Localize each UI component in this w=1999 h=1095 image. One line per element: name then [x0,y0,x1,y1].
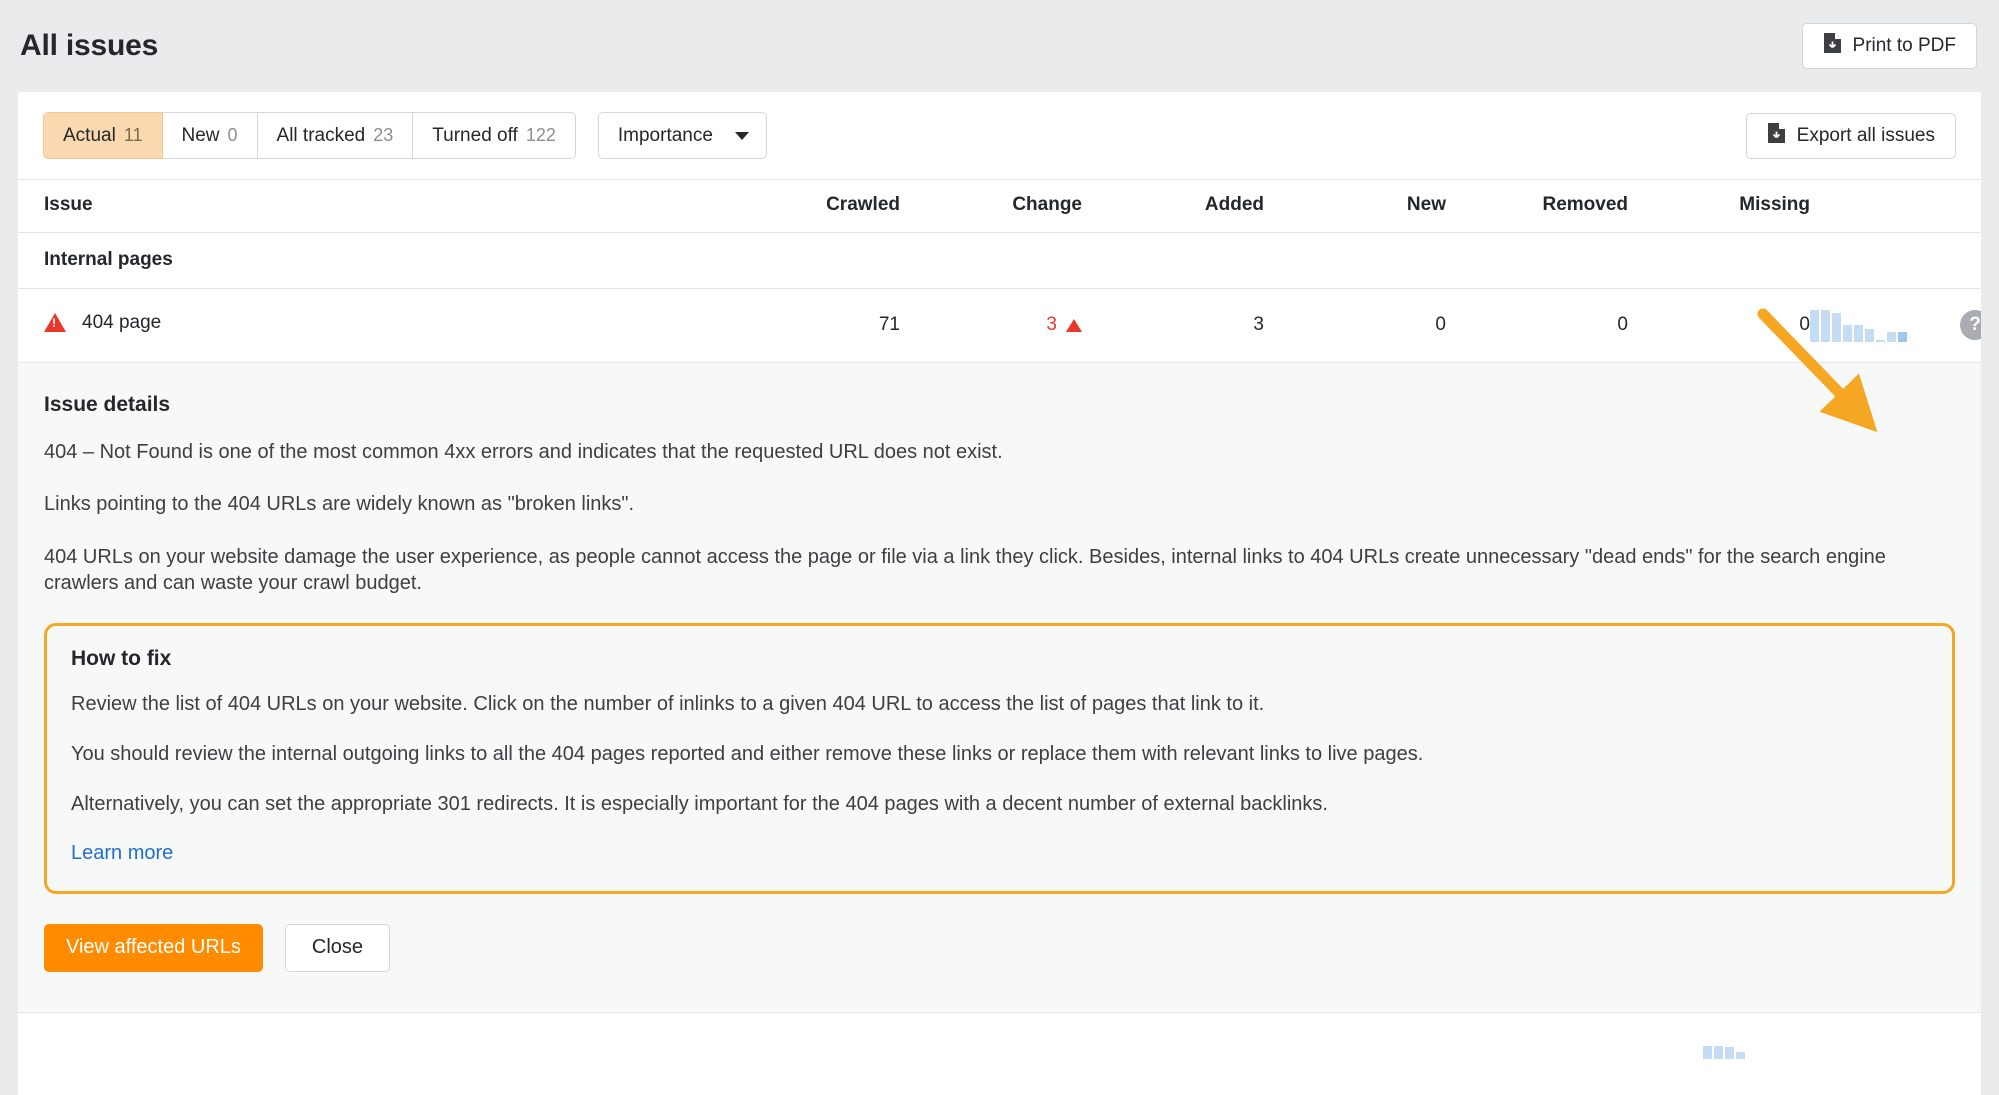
table-row[interactable]: 404 page 71 3 3 0 0 0 ? [18,289,1981,363]
cell-change-value: 3 [1046,314,1057,336]
how-to-fix-heading: How to fix [71,647,1928,671]
issues-toolbar: Actual 11 New 0 All tracked 23 Turned of… [18,92,1981,179]
cell-change: 3 [900,289,1082,363]
how-to-fix-paragraph-3: Alternatively, you can set the appropria… [71,791,1928,817]
issues-panel: Actual 11 New 0 All tracked 23 Turned of… [18,92,1981,1095]
cell-help[interactable]: ? [1930,289,1981,363]
column-header-trend [1810,180,1930,233]
cell-missing: 0 [1628,289,1810,363]
column-header-issue[interactable]: Issue [18,180,718,233]
how-to-fix-paragraph-1: Review the list of 404 URLs on your webs… [71,691,1928,717]
tab-new[interactable]: New 0 [163,112,258,159]
column-header-added[interactable]: Added [1082,180,1264,233]
close-button[interactable]: Close [285,924,390,972]
arrow-up-icon [1066,319,1082,332]
tab-new-label: New [182,113,220,158]
download-icon [1823,32,1842,60]
tab-actual-count: 11 [124,113,143,158]
warning-triangle-icon [44,313,66,332]
column-header-removed[interactable]: Removed [1446,180,1628,233]
export-all-issues-label: Export all issues [1797,125,1935,147]
page-title: All issues [20,29,158,63]
issue-details-heading: Issue details [44,393,1955,417]
tab-all-tracked-count: 23 [373,113,393,158]
tab-actual-label: Actual [63,113,116,158]
issue-actions: View affected URLs Close [44,894,1955,1012]
tab-all-tracked-label: All tracked [277,113,366,158]
group-label: Internal pages [18,233,718,289]
issue-details-section: Issue details 404 – Not Found is one of … [18,363,1981,1013]
tab-turned-off-label: Turned off [432,113,518,158]
export-all-issues-button[interactable]: Export all issues [1746,113,1956,159]
download-icon [1767,122,1786,150]
cell-trend-sparkline[interactable] [1810,289,1930,363]
learn-more-link[interactable]: Learn more [71,842,173,864]
importance-select[interactable]: Importance [598,112,767,159]
group-row-spacer [718,233,1981,289]
cell-removed: 0 [1446,289,1628,363]
table-group-row: Internal pages [18,233,1981,289]
tab-actual[interactable]: Actual 11 [43,112,163,159]
print-to-pdf-button[interactable]: Print to PDF [1802,23,1977,69]
issue-filter-tabs: Actual 11 New 0 All tracked 23 Turned of… [43,112,576,159]
top-bar: All issues Print to PDF [0,0,1999,92]
issue-details-paragraph-1: 404 – Not Found is one of the most commo… [44,439,1955,465]
issue-name-label: 404 page [82,312,161,334]
question-mark-icon[interactable]: ? [1960,310,1981,340]
column-header-help [1930,180,1981,233]
column-header-missing[interactable]: Missing [1628,180,1810,233]
trend-sparkline-chart-partial [1703,1045,1745,1059]
importance-select-label: Importance [618,125,713,147]
column-header-change[interactable]: Change [900,180,1082,233]
cell-crawled: 71 [718,289,900,363]
tab-turned-off-count: 122 [526,113,556,158]
issues-table: Issue Crawled Change Added New Removed M… [18,179,1981,363]
chevron-down-icon [735,132,749,140]
print-to-pdf-label: Print to PDF [1853,35,1956,57]
issue-details-paragraph-3: 404 URLs on your website damage the user… [44,544,1955,597]
trend-sparkline-chart [1810,308,1930,342]
tab-all-tracked[interactable]: All tracked 23 [258,112,414,159]
column-header-new[interactable]: New [1264,180,1446,233]
column-header-crawled[interactable]: Crawled [718,180,900,233]
issue-cell[interactable]: 404 page [18,289,718,363]
next-table-row-partial [18,1013,1981,1059]
how-to-fix-box: How to fix Review the list of 404 URLs o… [44,623,1955,894]
cell-new: 0 [1264,289,1446,363]
issue-details-paragraph-2: Links pointing to the 404 URLs are widel… [44,491,1955,517]
view-affected-urls-button[interactable]: View affected URLs [44,924,263,972]
how-to-fix-paragraph-2: You should review the internal outgoing … [71,741,1928,767]
table-header-row: Issue Crawled Change Added New Removed M… [18,180,1981,233]
tab-turned-off[interactable]: Turned off 122 [413,112,576,159]
tab-new-count: 0 [228,113,238,158]
cell-added: 3 [1082,289,1264,363]
